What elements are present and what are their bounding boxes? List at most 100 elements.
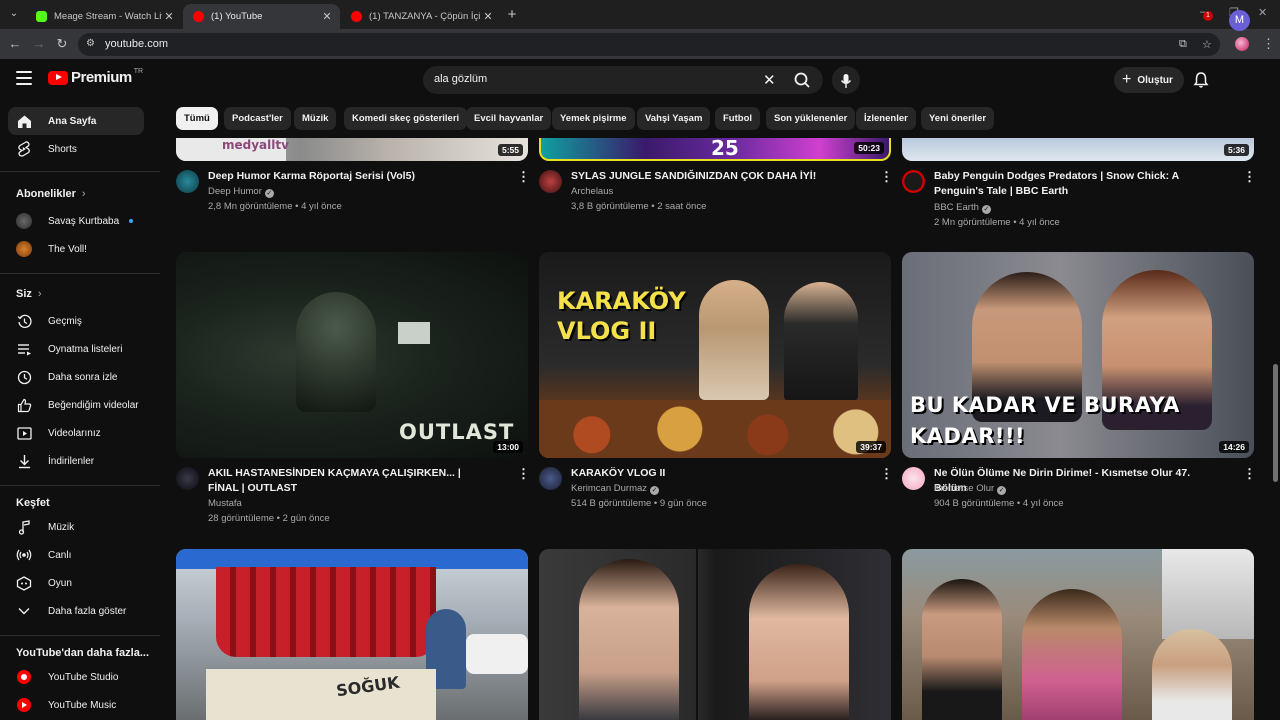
- scrollbar-thumb[interactable]: [1273, 364, 1278, 482]
- back-arrow-icon[interactable]: ←: [7, 36, 23, 52]
- video-channel[interactable]: Mustafa: [208, 496, 242, 511]
- reload-icon[interactable]: ↻: [54, 36, 70, 52]
- chip-pets[interactable]: Evcil hayvanlar: [466, 107, 552, 130]
- chip-all[interactable]: Tümü: [176, 107, 218, 130]
- browser-profile-avatar[interactable]: [1235, 37, 1249, 51]
- channel-avatar[interactable]: [902, 467, 925, 490]
- hamburger-menu-icon[interactable]: [16, 71, 32, 85]
- create-button[interactable]: + Oluştur: [1114, 67, 1184, 93]
- sidebar-item-watch-later[interactable]: Daha sonra izle: [8, 363, 144, 391]
- chip-new-to-you[interactable]: Yeni öneriler: [921, 107, 995, 130]
- browser-tab-tanzanya[interactable]: (1) TANZANYA - Çöpün İçinde ✕: [341, 4, 501, 29]
- channel-avatar[interactable]: [539, 170, 562, 193]
- channel-avatar[interactable]: [902, 170, 925, 193]
- sidebar-item-youtube-studio[interactable]: YouTube Studio: [8, 663, 144, 691]
- video-more-options-icon[interactable]: ⋮: [517, 170, 530, 183]
- chip-watched[interactable]: İzlenenler: [856, 107, 916, 130]
- sidebar-item-shorts[interactable]: Shorts: [8, 135, 144, 163]
- video-more-options-icon[interactable]: ⋮: [517, 467, 530, 480]
- account-avatar[interactable]: M: [1229, 10, 1250, 31]
- browser-menu-icon[interactable]: ⋮: [1262, 36, 1275, 52]
- video-channel[interactable]: Archelaus: [571, 184, 613, 199]
- chip-football[interactable]: Futbol: [715, 107, 761, 130]
- video-more-options-icon[interactable]: ⋮: [1243, 467, 1256, 480]
- forward-arrow-icon[interactable]: →: [31, 36, 47, 52]
- sidebar-section-subscriptions[interactable]: Abonelikler ›: [16, 188, 86, 200]
- sidebar-item-youtube-music[interactable]: YouTube Music: [8, 691, 144, 719]
- video-title[interactable]: Deep Humor Karma Röportaj Serisi (Vol5): [208, 169, 493, 184]
- live-icon: [16, 547, 32, 563]
- youtube-studio-icon: [16, 669, 32, 685]
- close-tab-icon[interactable]: ✕: [481, 10, 495, 23]
- video-thumbnail[interactable]: 5:36: [902, 138, 1254, 161]
- channel-avatar[interactable]: [176, 467, 199, 490]
- video-more-options-icon[interactable]: ⋮: [1243, 170, 1256, 183]
- video-title[interactable]: AKIL HASTANESİNDEN KAÇMAYA ÇALIŞIRKEN...…: [208, 466, 493, 496]
- video-thumbnail[interactable]: 25 50:23: [539, 138, 891, 161]
- clear-search-icon[interactable]: ✕: [763, 71, 776, 89]
- video-title[interactable]: KARAKÖY VLOG II: [571, 466, 856, 481]
- browser-tab-youtube[interactable]: (1) YouTube ✕: [183, 4, 340, 29]
- youtube-premium-logo[interactable]: Premium TR: [48, 68, 143, 86]
- chip-wildlife[interactable]: Vahşi Yaşam: [637, 107, 711, 130]
- video-thumbnail[interactable]: [902, 549, 1254, 720]
- sidebar-item-label: The Voll!: [48, 243, 87, 255]
- video-more-options-icon[interactable]: ⋮: [880, 467, 893, 480]
- search-box[interactable]: ala gözlüm ✕: [423, 66, 823, 94]
- video-title[interactable]: Baby Penguin Dodges Predators | Snow Chi…: [934, 169, 1219, 199]
- thumbnail-building: [1162, 549, 1254, 639]
- video-channel[interactable]: Kerimcan Durmaz ✓: [571, 481, 660, 496]
- close-tab-icon[interactable]: ✕: [320, 10, 334, 23]
- sidebar-item-liked-videos[interactable]: Beğendiğim videolar: [8, 391, 144, 419]
- chip-music[interactable]: Müzik: [294, 107, 337, 130]
- sidebar-item-gaming[interactable]: Oyun: [8, 569, 144, 597]
- sidebar-subscription-savas-kurtbaba[interactable]: Savaş Kurtbaba: [8, 207, 144, 235]
- video-thumbnail[interactable]: BU KADAR VE BURAYA KADAR!!! 14:26: [902, 252, 1254, 458]
- video-thumbnail[interactable]: OUTLAST 13:00: [176, 252, 528, 458]
- video-thumbnail[interactable]: medyalltv 5:55: [176, 138, 528, 161]
- chip-cooking[interactable]: Yemek pişirme: [552, 107, 635, 130]
- youtube-play-logo-icon: [48, 70, 68, 85]
- channel-avatar[interactable]: [539, 467, 562, 490]
- chip-comedy-sketches[interactable]: Komedi skeç gösterileri: [344, 107, 468, 130]
- close-tab-icon[interactable]: ✕: [162, 10, 176, 23]
- tab-search-chevron-icon[interactable]: ⌄: [5, 5, 23, 23]
- video-thumbnail[interactable]: [539, 549, 891, 720]
- voice-search-button[interactable]: [832, 66, 860, 94]
- video-channel[interactable]: Kısmetse Olur ✓: [934, 481, 1007, 496]
- bookmark-star-icon[interactable]: ☆: [1202, 38, 1212, 51]
- sidebar-item-live[interactable]: Canlı: [8, 541, 144, 569]
- sidebar-item-music[interactable]: Müzik: [8, 513, 144, 541]
- sidebar-item-home[interactable]: Ana Sayfa: [8, 107, 144, 135]
- video-channel[interactable]: BBC Earth ✓: [934, 200, 991, 215]
- site-info-icon[interactable]: ⚙: [86, 38, 98, 50]
- sidebar-item-show-more[interactable]: Daha fazla göster: [8, 597, 144, 625]
- sidebar-section-you[interactable]: Siz ›: [16, 288, 42, 300]
- clock-icon: [16, 369, 32, 385]
- install-app-icon[interactable]: ⧉: [1179, 38, 1187, 51]
- browser-tab-kick[interactable]: Meage Stream - Watch Live on ✕: [26, 4, 182, 29]
- notifications-bell-icon[interactable]: [1192, 71, 1210, 89]
- search-icon[interactable]: [789, 70, 815, 90]
- sidebar-item-downloads[interactable]: İndirilenler: [8, 447, 144, 475]
- video-title[interactable]: SYLAS JUNGLE SANDIĞINIZDAN ÇOK DAHA İYİ!: [571, 169, 856, 184]
- address-bar[interactable]: ⚙ youtube.com ⧉ ☆: [78, 33, 1220, 56]
- sidebar-item-playlists[interactable]: Oynatma listeleri: [8, 335, 144, 363]
- chip-recently-uploaded[interactable]: Son yüklenenler: [766, 107, 856, 130]
- video-thumbnail[interactable]: KARAKÖY VLOG II 39:37: [539, 252, 891, 458]
- sidebar-item-your-videos[interactable]: Videolarınız: [8, 419, 144, 447]
- new-tab-button[interactable]: +: [505, 6, 519, 23]
- video-channel[interactable]: Deep Humor ✓: [208, 184, 274, 199]
- sidebar-subscription-the-voll[interactable]: The Voll!: [8, 235, 144, 263]
- video-thumbnail[interactable]: SOĞUK: [176, 549, 528, 720]
- video-more-options-icon[interactable]: ⋮: [880, 170, 893, 183]
- channel-name: BBC Earth: [934, 202, 979, 213]
- search-input[interactable]: ala gözlüm: [434, 73, 487, 85]
- page-scrollbar[interactable]: [1271, 101, 1280, 720]
- verified-check-icon: ✓: [981, 205, 991, 214]
- sidebar-item-history[interactable]: Geçmiş: [8, 307, 144, 335]
- section-title: Abonelikler: [16, 188, 76, 200]
- channel-avatar[interactable]: [176, 170, 199, 193]
- close-window-icon[interactable]: ✕: [1258, 6, 1267, 19]
- chip-podcasts[interactable]: Podcast'ler: [224, 107, 291, 130]
